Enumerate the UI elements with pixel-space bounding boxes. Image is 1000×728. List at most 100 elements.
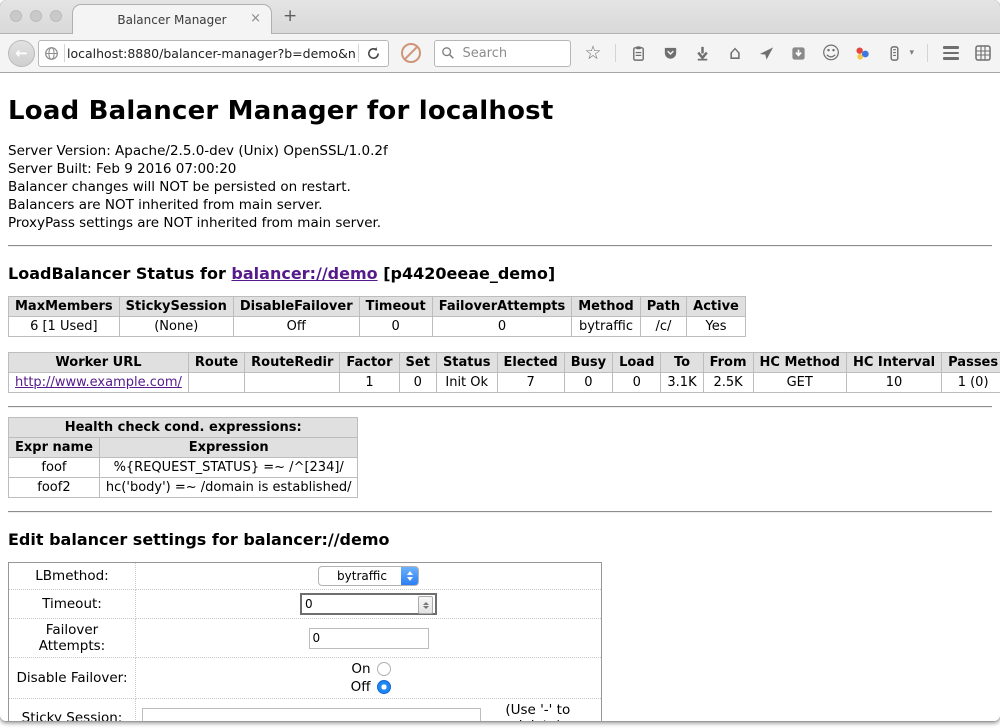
cell-factor: 1: [340, 373, 399, 393]
column-header: Load: [613, 353, 661, 373]
worker-row: http://www.example.com/ 1 0 Init Ok 7 0 …: [9, 373, 1000, 393]
table-title-row: Health check cond. expressions:: [9, 418, 358, 438]
column-header: StickySession: [119, 297, 233, 317]
cell-maxmembers: 6 [1 Used]: [9, 317, 120, 337]
zoom-window-button[interactable]: [50, 10, 62, 22]
home-icon[interactable]: ⌂: [725, 44, 744, 63]
divider: [8, 245, 992, 247]
reload-icon: [366, 46, 381, 61]
column-header: Expr name: [9, 438, 100, 458]
back-button[interactable]: ←: [8, 40, 35, 67]
downloads-icon[interactable]: [693, 44, 712, 63]
table-header-row: Worker URL Route RouteRedir Factor Set S…: [9, 353, 1000, 373]
cell-expr-name: foof: [9, 458, 100, 478]
failover-attempts-label: Failover Attempts:: [9, 619, 136, 658]
search-input[interactable]: [460, 45, 564, 62]
inherit-warning-line: Balancers are NOT inherited from main se…: [8, 196, 992, 214]
tab-balancer-manager[interactable]: Balancer Manager ×: [72, 4, 272, 34]
search-icon: [441, 46, 455, 60]
status-heading: LoadBalancer Status for balancer://demo …: [8, 264, 992, 283]
column-header: Busy: [564, 353, 612, 373]
column-header: Expression: [99, 438, 358, 458]
search-bar[interactable]: [434, 40, 571, 67]
cell-stickysession: (None): [119, 317, 233, 337]
lbmethod-label: LBmethod:: [9, 563, 136, 590]
lbmethod-select[interactable]: bytraffic: [318, 566, 419, 586]
cell-active: Yes: [687, 317, 746, 337]
new-tab-button[interactable]: +: [283, 6, 297, 26]
cell-set: 0: [399, 373, 436, 393]
overflow-caret-icon[interactable]: ▾: [909, 48, 914, 58]
form-row-failover: Failover Attempts:: [9, 619, 602, 658]
expr-row: foof2 hc('body') =~ /domain is establish…: [9, 478, 358, 498]
sticky-session-label: Sticky Session:: [9, 699, 136, 722]
back-icon: ←: [15, 44, 28, 62]
minimize-window-button[interactable]: [30, 10, 42, 22]
column-header: Path: [640, 297, 686, 317]
cell-hc-interval: 10: [846, 373, 941, 393]
url-bar[interactable]: [38, 40, 389, 67]
bookmark-star-icon[interactable]: ☆: [583, 44, 602, 63]
feedback-smiley-icon[interactable]: ☺: [821, 44, 840, 63]
reload-button[interactable]: [359, 46, 388, 61]
column-header: RouteRedir: [245, 353, 340, 373]
cell-method: bytraffic: [572, 317, 640, 337]
menu-hamburger-icon[interactable]: [941, 44, 960, 63]
disable-failover-on-radio[interactable]: [377, 662, 391, 676]
server-info: Server Version: Apache/2.5.0-dev (Unix) …: [8, 142, 992, 232]
table-header-row: MaxMembers StickySession DisableFailover…: [9, 297, 746, 317]
browser-window: Balancer Manager × + ←: [0, 0, 1000, 721]
column-header: Passes: [942, 353, 1000, 373]
health-check-table: Health check cond. expressions: Expr nam…: [8, 417, 358, 498]
cell-from: 2.5K: [703, 373, 753, 393]
navigation-toolbar: ←: [0, 34, 1000, 73]
status-heading-prefix: LoadBalancer Status for: [8, 264, 226, 283]
grid-addon-icon[interactable]: [973, 44, 992, 63]
number-spinner-icon[interactable]: [418, 596, 433, 614]
cell-expression: %{REQUEST_STATUS} =~ /^[234]/: [99, 458, 358, 478]
balancer-demo-link[interactable]: balancer://demo: [231, 264, 377, 283]
worker-url-link[interactable]: http://www.example.com/: [15, 375, 182, 390]
divider: [8, 406, 992, 408]
column-header: To: [661, 353, 703, 373]
column-header: From: [703, 353, 753, 373]
radio-on-label: On: [347, 661, 371, 677]
disable-failover-off-option[interactable]: Off: [347, 679, 391, 695]
column-header: Route: [188, 353, 244, 373]
health-table-title: Health check cond. expressions:: [9, 418, 358, 438]
lbmethod-selected-value: bytraffic: [319, 569, 401, 583]
worker-table: Worker URL Route RouteRedir Factor Set S…: [8, 352, 1000, 393]
save-to-device-icon[interactable]: [789, 44, 808, 63]
url-input[interactable]: [65, 46, 358, 61]
page-content: Load Balancer Manager for localhost Serv…: [0, 73, 1000, 721]
cell-status: Init Ok: [436, 373, 497, 393]
balancer-settings-table: MaxMembers StickySession DisableFailover…: [8, 296, 746, 337]
close-window-button[interactable]: [10, 10, 22, 22]
toolbar-icons: ☆ ⌂: [583, 44, 992, 63]
content-block-icon[interactable]: [401, 43, 421, 63]
proxypass-warning-line: ProxyPass settings are NOT inherited fro…: [8, 214, 992, 232]
tab-close-icon[interactable]: ×: [250, 11, 261, 27]
colored-dots-icon[interactable]: [853, 44, 872, 63]
bookmarks-clipboard-icon[interactable]: [629, 44, 648, 63]
pocket-icon[interactable]: [661, 44, 680, 63]
cell-load: 0: [613, 373, 661, 393]
cell-to: 3.1K: [661, 373, 703, 393]
send-icon[interactable]: [757, 44, 776, 63]
timeout-input[interactable]: [300, 593, 437, 615]
disable-failover-on-option[interactable]: On: [347, 661, 391, 677]
column-header: Worker URL: [9, 353, 189, 373]
select-stepper-icon: [401, 567, 418, 585]
failover-attempts-input[interactable]: [309, 628, 429, 649]
table-row: 6 [1 Used] (None) Off 0 0 bytraffic /c/ …: [9, 317, 746, 337]
toolbar-divider: [927, 44, 928, 62]
cell-expression: hc('body') =~ /domain is established/: [99, 478, 358, 498]
sticky-session-input[interactable]: [142, 708, 481, 722]
disable-failover-off-radio[interactable]: [377, 680, 391, 694]
server-version-line: Server Version: Apache/2.5.0-dev (Unix) …: [8, 142, 992, 160]
sticky-session-note: (Use '-' to delete): [481, 702, 595, 721]
tab-title: Balancer Manager: [117, 13, 226, 27]
site-identity[interactable]: [39, 46, 64, 61]
container-notes-icon[interactable]: [885, 44, 904, 63]
globe-icon: [44, 46, 59, 61]
